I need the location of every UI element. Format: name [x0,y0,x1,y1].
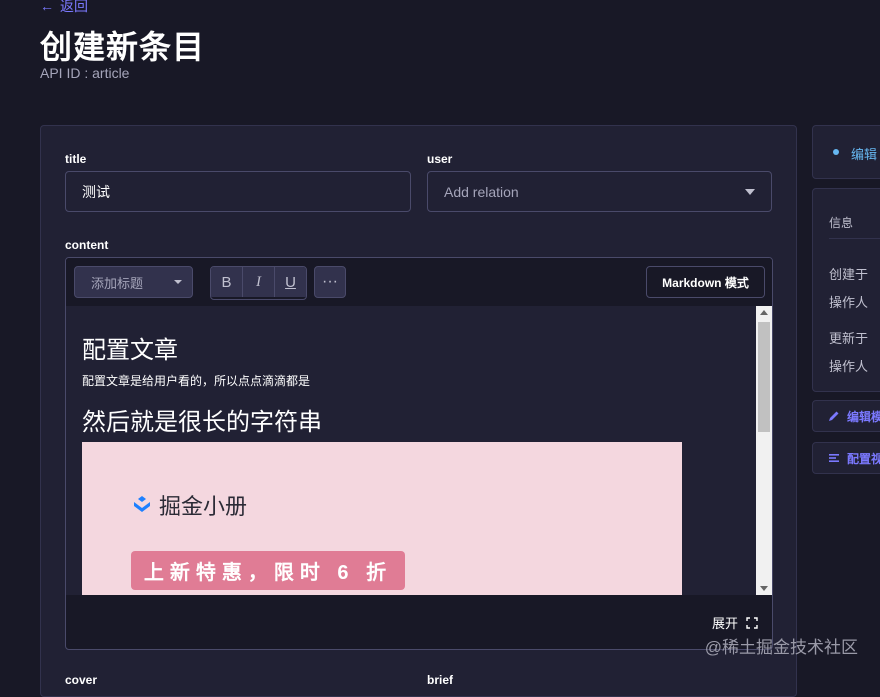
updated-by-label: 操作人 [829,359,869,374]
heading-select-label: 添加标题 [91,275,144,291]
page-title: 创建新条目 [40,29,206,65]
back-link-label: 返回 [60,0,88,14]
pencil-icon [829,411,839,421]
config-view-label: 配置视 [847,451,880,466]
format-button-group: B I U [210,266,307,300]
banner-promo-label: 上新特惠，限时 6 折 [131,551,405,590]
user-field-label: user [427,152,453,166]
info-title: 信息 [829,216,854,230]
created-by-label: 操作人 [829,295,869,310]
editor-toolbar: 添加标题 B I U ··· Markdown 模式 [66,258,772,306]
api-id-text: API ID : article [40,65,130,81]
updated-at-label: 更新于 [829,331,869,346]
content-heading-1: 配置文章 [82,337,178,364]
edit-model-link[interactable]: 编辑模 [812,400,880,432]
underline-icon: U [285,273,296,291]
italic-icon: I [256,273,261,290]
edit-status-card: 编辑 [812,125,880,179]
banner-logo-text: 掘金小册 [159,494,248,519]
scroll-thumb[interactable] [758,322,770,432]
content-heading-2: 然后就是很长的字符串 [82,409,322,436]
edit-model-label: 编辑模 [847,409,880,424]
back-link[interactable]: ← 返回 [40,0,88,16]
title-field-label: title [65,152,87,166]
juejin-logo-icon [134,496,150,512]
content-field-label: content [65,238,109,252]
status-dot-icon [833,149,839,155]
underline-button[interactable]: U [275,267,306,297]
watermark-text: @稀土掘金技术社区 [704,638,858,657]
heading-select[interactable]: 添加标题 [74,266,193,298]
italic-button[interactable]: I [243,267,275,297]
edit-tab-label[interactable]: 编辑 [851,144,877,163]
info-card: 信息 创建于 操作人 更新于 操作人 [812,188,880,392]
bold-icon: B [221,273,232,291]
markdown-mode-button[interactable]: Markdown 模式 [646,266,765,298]
caret-down-icon [745,188,755,195]
editor-scrollbar[interactable] [756,306,772,595]
content-banner-image: 掘金小册 上新特惠，限时 6 折 [82,442,682,595]
user-relation-select[interactable]: Add relation [427,171,772,212]
scroll-up-arrow-icon[interactable] [760,310,768,315]
more-icon: ··· [322,273,338,290]
expand-button[interactable]: 展开 [712,613,758,632]
arrow-left-icon: ← [40,0,54,14]
config-view-link[interactable]: 配置视 [812,442,880,474]
more-options-button[interactable]: ··· [314,266,346,298]
list-icon [829,454,839,462]
scroll-down-arrow-icon[interactable] [760,586,768,591]
brief-field-label: brief [427,673,454,687]
entry-form-panel: title user Add relation content 添加标题 B I… [40,125,797,697]
banner-logo: 掘金小册 [131,489,247,521]
cover-field-label: cover [65,673,98,687]
title-input[interactable] [65,171,411,212]
expand-icon [746,616,758,629]
expand-label: 展开 [711,616,738,631]
content-paragraph: 配置文章是给用户看的，所以点点滴滴都是 [82,374,311,388]
content-editor: 添加标题 B I U ··· Markdown 模式 配置文章 配置文章是给用户… [65,257,773,650]
created-at-label: 创建于 [829,267,869,282]
user-relation-placeholder: Add relation [444,183,519,200]
editor-content-area[interactable]: 配置文章 配置文章是给用户看的，所以点点滴滴都是 然后就是很长的字符串 掘金小册… [66,306,756,595]
info-divider [829,238,880,239]
caret-down-icon [174,280,182,284]
bold-button[interactable]: B [211,267,243,297]
